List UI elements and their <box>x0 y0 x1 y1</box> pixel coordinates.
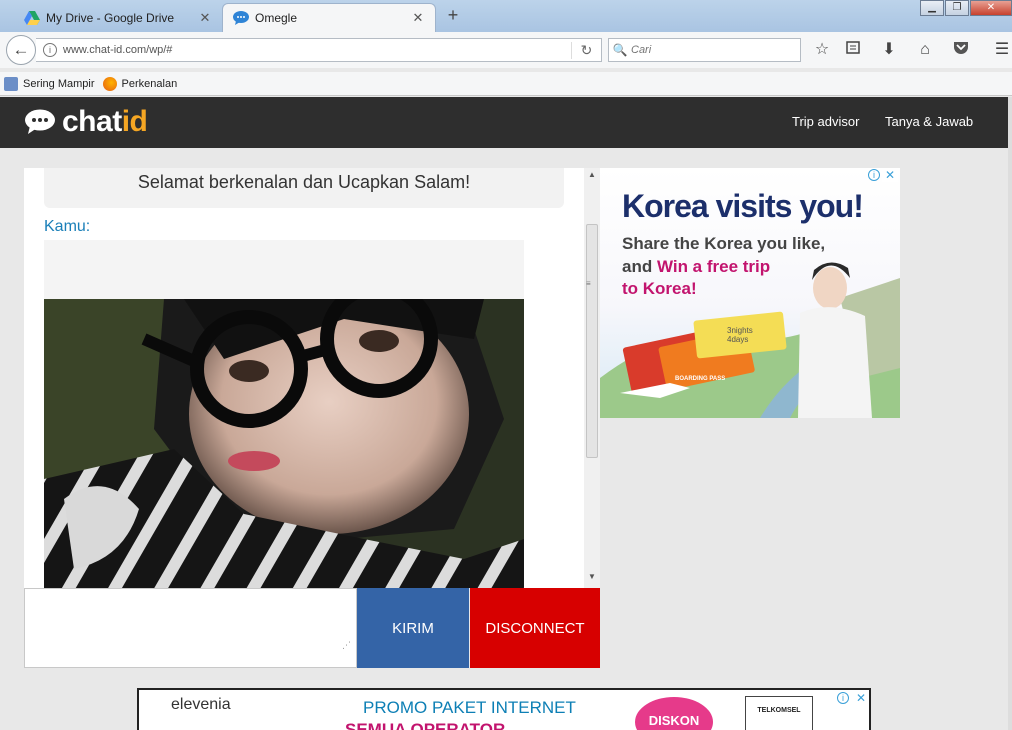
telkomsel-logo: TELKOMSEL <box>745 696 813 730</box>
url-bar[interactable]: i www.chat-id.com/wp/# ↻ <box>36 38 602 62</box>
tab-google-drive[interactable]: My Drive - Google Drive ✕ <box>14 3 222 32</box>
chat-scrollbar[interactable]: ▲ ≡ ▼ <box>584 168 600 588</box>
close-tab-icon[interactable]: ✕ <box>411 10 425 26</box>
back-button[interactable]: ← <box>6 35 36 65</box>
navigation-bar: ← i www.chat-id.com/wp/# ↻ 🔍 ☆ ⬇ ⌂ ☰ <box>0 32 1012 68</box>
ad-info-icon[interactable]: i <box>868 169 880 181</box>
reload-icon[interactable]: ↻ <box>571 41 601 59</box>
message-area <box>44 240 524 300</box>
ad-ticket-text: 3nights 4days <box>727 326 753 344</box>
greeting-message: Selamat berkenalan dan Ucapkan Salam! <box>44 168 564 208</box>
ad-line-3: to Korea! <box>622 279 697 298</box>
chat-log: Selamat berkenalan dan Ucapkan Salam! Ka… <box>24 168 600 588</box>
tab-bar: My Drive - Google Drive ✕ Omegle ✕ + ▁ ❐… <box>0 0 1012 32</box>
scroll-down-arrow-icon[interactable]: ▼ <box>588 572 596 581</box>
search-bar[interactable]: 🔍 <box>608 38 801 62</box>
disconnect-button[interactable]: DISCONNECT <box>470 588 600 668</box>
site-header: chat id Trip advisor Tanya & Jawab <box>0 97 1008 148</box>
restore-button[interactable]: ❐ <box>945 0 969 16</box>
bookmark-label: Perkenalan <box>121 77 178 90</box>
promo-subline: SEMUA OPERATOR <box>345 720 506 730</box>
ad-close-icon[interactable]: ✕ <box>856 691 866 705</box>
google-drive-icon <box>24 10 40 25</box>
new-tab-button[interactable]: + <box>444 5 462 26</box>
bookmark-folder-icon <box>4 76 18 91</box>
url-text[interactable]: www.chat-id.com/wp/# <box>63 44 571 56</box>
bookmark-perkenalan[interactable]: Perkenalan <box>102 76 178 91</box>
you-label: Kamu: <box>44 218 91 235</box>
resize-grip-icon[interactable]: ⋰ <box>342 640 351 651</box>
discount-badge: DISKON <box>635 697 713 730</box>
scroll-up-arrow-icon[interactable]: ▲ <box>588 170 596 179</box>
chat-bubble-icon <box>233 11 249 25</box>
korea-ad-banner[interactable]: Korea visits you! Share the Korea you li… <box>600 168 900 418</box>
send-button[interactable]: KIRIM <box>357 588 469 668</box>
bookmark-star-icon[interactable]: ☆ <box>812 40 832 60</box>
window-controls: ▁ ❐ ✕ <box>919 0 1012 16</box>
info-icon[interactable]: i <box>43 43 57 57</box>
back-arrow-icon: ← <box>12 40 30 59</box>
tab-title: My Drive - Google Drive <box>46 10 175 25</box>
elevenia-logo: elevenia <box>171 696 231 713</box>
ad-line-2-highlight: Win a free trip <box>656 257 771 276</box>
scroll-thumb[interactable] <box>586 224 598 458</box>
search-icon: 🔍 <box>612 43 628 57</box>
menu-icon[interactable]: ☰ <box>992 40 1012 60</box>
boarding-pass-text: BOARDING PASS <box>675 376 726 382</box>
pocket-icon[interactable] <box>951 40 971 60</box>
minimize-button[interactable]: ▁ <box>920 0 944 16</box>
logo-text-id: id <box>121 105 148 138</box>
ticket-days: 4days <box>727 335 749 344</box>
reading-list-icon[interactable] <box>843 40 863 60</box>
bookmarks-toolbar: Sering Mampir Perkenalan <box>0 72 1012 96</box>
site-logo[interactable]: chat id <box>24 105 148 139</box>
shared-photo <box>44 299 524 588</box>
ticket-nights: 3nights <box>727 326 753 335</box>
nav-trip-advisor[interactable]: Trip advisor <box>792 114 859 129</box>
home-icon[interactable]: ⌂ <box>915 40 935 60</box>
bottom-ad-banner[interactable]: elevenia PROMO PAKET INTERNET SEMUA OPER… <box>137 688 871 730</box>
ad-line-2-prefix: and <box>622 257 657 276</box>
ad-info-icon[interactable]: i <box>837 692 849 704</box>
tab-title: Omegle <box>255 11 298 25</box>
chat-input-row: ⋰ KIRIM DISCONNECT <box>24 588 600 668</box>
bookmark-label: Sering Mampir <box>23 77 95 90</box>
ad-close-icon[interactable]: ✕ <box>882 168 898 182</box>
firefox-icon <box>102 76 117 91</box>
promo-headline: PROMO PAKET INTERNET <box>363 698 576 717</box>
bookmark-sering-mampir[interactable]: Sering Mampir <box>4 76 95 91</box>
download-icon[interactable]: ⬇ <box>879 40 899 60</box>
chat-bubble-icon <box>25 109 55 134</box>
nav-tanya-jawab[interactable]: Tanya & Jawab <box>885 114 973 129</box>
close-tab-icon[interactable]: ✕ <box>198 10 212 26</box>
ad-title: Korea visits you! <box>622 188 864 224</box>
tab-omegle[interactable]: Omegle ✕ <box>222 3 436 32</box>
search-input[interactable] <box>631 44 791 56</box>
message-input[interactable] <box>24 588 357 668</box>
logo-text-chat: chat <box>62 105 122 138</box>
page-scrollbar[interactable] <box>1008 97 1012 730</box>
close-window-button[interactable]: ✕ <box>970 0 1012 16</box>
scroll-grip-icon: ≡ <box>586 279 591 288</box>
ad-line-1: Share the Korea you like, <box>622 234 826 253</box>
